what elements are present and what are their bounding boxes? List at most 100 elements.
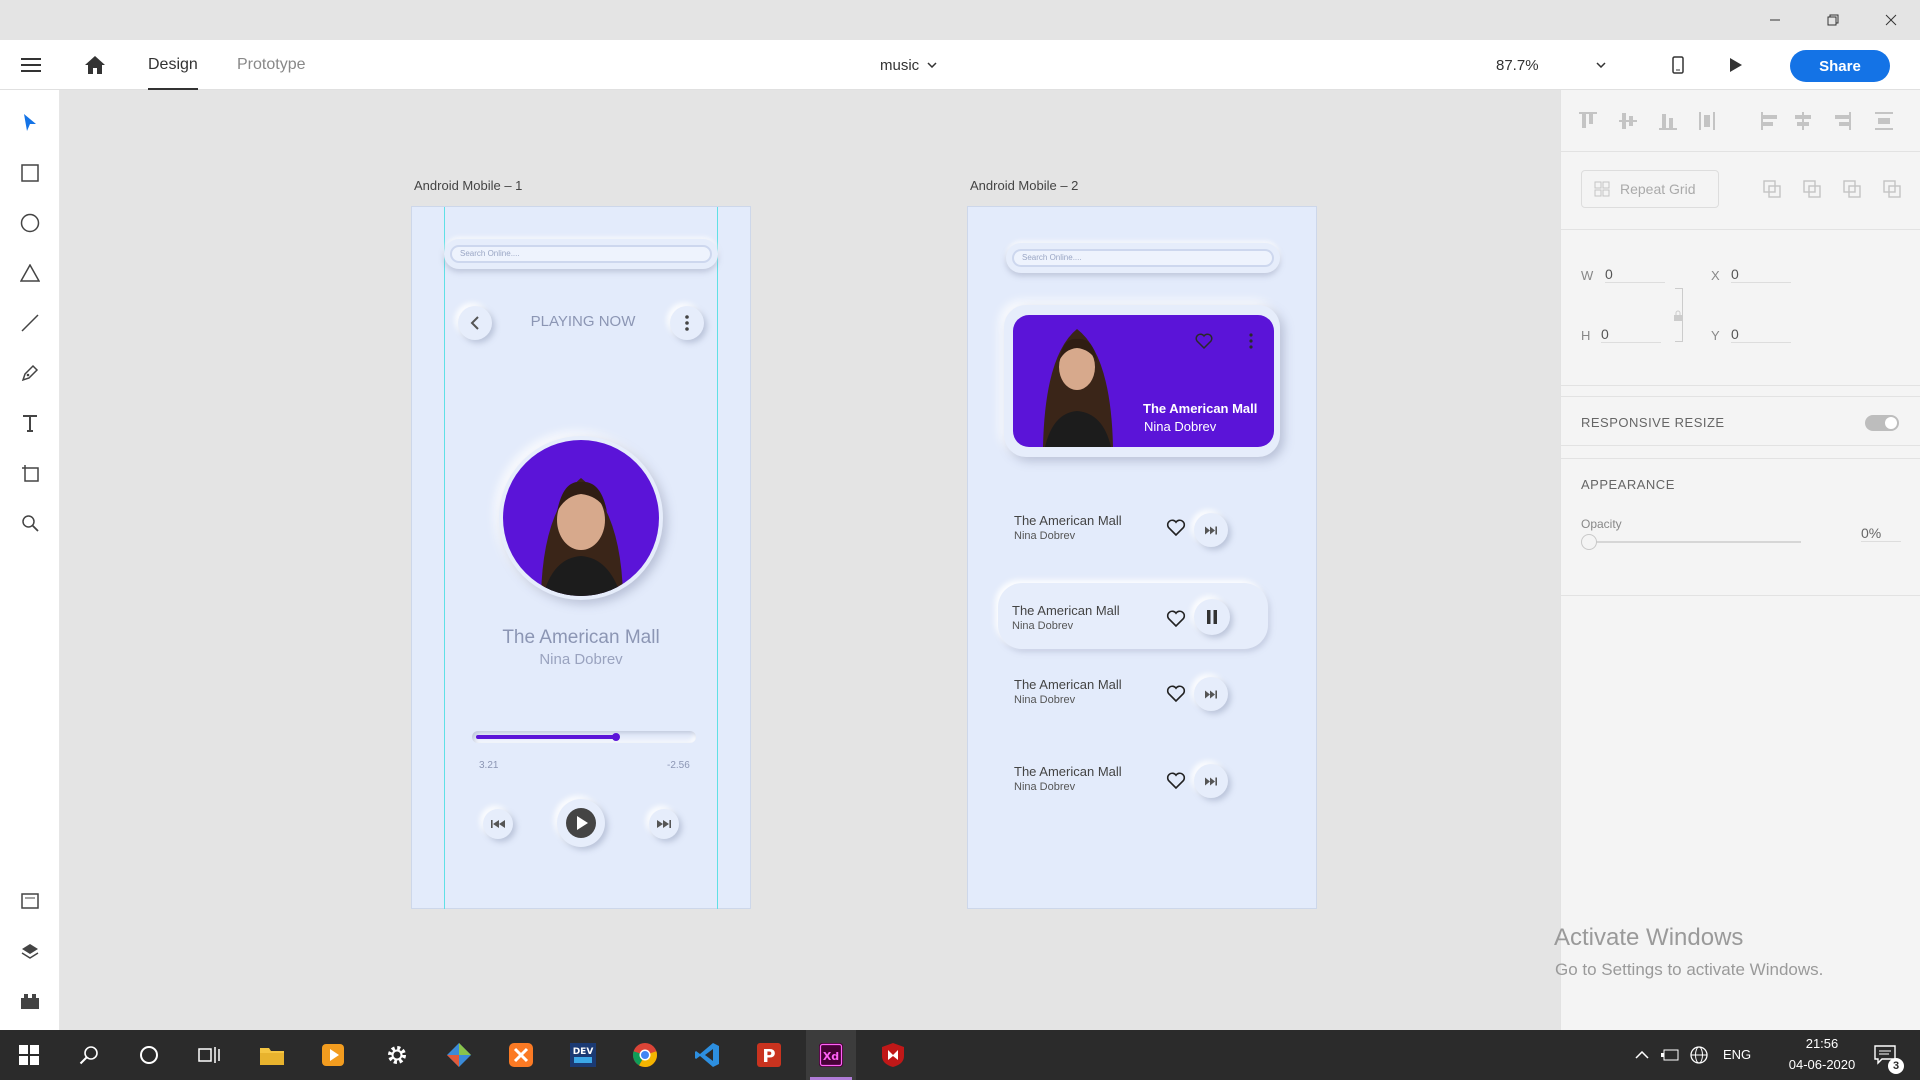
next-button[interactable] xyxy=(649,809,679,839)
progress-handle[interactable] xyxy=(612,733,620,741)
cortana-button[interactable] xyxy=(124,1030,174,1080)
play-button[interactable] xyxy=(557,799,605,847)
tab-prototype[interactable]: Prototype xyxy=(237,40,305,90)
list-item-active[interactable]: The American Mall Nina Dobrev xyxy=(998,583,1268,649)
favorite-button[interactable] xyxy=(1195,333,1213,354)
pause-button[interactable] xyxy=(1194,599,1230,635)
favorite-button[interactable] xyxy=(1166,685,1186,708)
plugins-icon xyxy=(21,994,39,1009)
taskbar-dev-tool[interactable]: DEV xyxy=(558,1030,608,1080)
restore-button[interactable] xyxy=(1804,0,1862,40)
design-canvas[interactable]: Android Mobile – 1 Search Online.... PLA… xyxy=(60,90,1560,1030)
list-item[interactable]: The American Mall Nina Dobrev xyxy=(998,503,1288,557)
taskbar-chrome[interactable] xyxy=(620,1030,670,1080)
ellipse-icon xyxy=(20,213,40,233)
rectangle-tool[interactable] xyxy=(15,158,45,188)
artboard-1-label[interactable]: Android Mobile – 1 xyxy=(414,178,522,193)
taskbar-adobe-xd[interactable]: Xd xyxy=(806,1030,856,1080)
x-label: X xyxy=(1711,268,1720,283)
taskbar-search-button[interactable] xyxy=(64,1030,114,1080)
clock-date[interactable]: 04-06-2020 xyxy=(1780,1057,1864,1072)
artboard-tool[interactable] xyxy=(15,458,45,488)
polygon-tool[interactable] xyxy=(15,258,45,288)
more-options-button[interactable] xyxy=(670,306,704,340)
start-button[interactable] xyxy=(4,1030,54,1080)
assets-panel-button[interactable] xyxy=(15,886,45,916)
artboard-2-label[interactable]: Android Mobile – 2 xyxy=(970,178,1078,193)
favorite-button[interactable] xyxy=(1166,772,1186,795)
search-box[interactable]: Search Online.... xyxy=(444,239,718,269)
repeat-grid-section: Repeat Grid xyxy=(1561,152,1920,230)
favorite-button[interactable] xyxy=(1166,519,1186,542)
line-icon xyxy=(21,314,39,332)
show-hidden-icons-button[interactable] xyxy=(1628,1030,1656,1080)
text-tool[interactable] xyxy=(15,408,45,438)
taskbar-postman[interactable]: P xyxy=(744,1030,794,1080)
more-options-button[interactable] xyxy=(1249,333,1253,354)
opacity-slider-handle[interactable] xyxy=(1581,534,1597,550)
network-status-button[interactable] xyxy=(1684,1030,1714,1080)
taskbar-file-explorer[interactable] xyxy=(247,1030,297,1080)
taskbar-mcafee[interactable] xyxy=(868,1030,918,1080)
clock-time[interactable]: 21:56 xyxy=(1790,1036,1854,1051)
svg-text:P: P xyxy=(762,1046,775,1067)
search-input[interactable]: Search Online.... xyxy=(1012,249,1274,267)
next-track-button[interactable] xyxy=(1194,677,1228,711)
list-item[interactable]: The American Mall Nina Dobrev xyxy=(998,675,1288,729)
home-button[interactable] xyxy=(80,52,110,78)
close-button[interactable] xyxy=(1862,0,1920,40)
play-preview-button[interactable] xyxy=(1724,52,1748,78)
line-tool[interactable] xyxy=(15,308,45,338)
dev-app-icon: DEV xyxy=(570,1043,596,1067)
pen-tool[interactable] xyxy=(15,358,45,388)
lock-icon[interactable] xyxy=(1673,310,1683,322)
next-track-button[interactable] xyxy=(1194,513,1228,547)
zoom-tool[interactable] xyxy=(15,508,45,538)
favorite-button[interactable] xyxy=(1166,610,1186,633)
artboard-2[interactable]: Search Online.... The American Mall Nina… xyxy=(967,206,1317,909)
progress-track[interactable] xyxy=(472,731,696,743)
media-player-icon xyxy=(322,1044,344,1066)
share-button[interactable]: Share xyxy=(1790,50,1890,82)
opacity-field[interactable]: 0% xyxy=(1861,525,1901,542)
page-title: PLAYING NOW xyxy=(530,313,636,330)
responsive-resize-toggle[interactable] xyxy=(1865,415,1899,431)
list-item[interactable]: The American Mall Nina Dobrev xyxy=(998,762,1288,816)
minimize-button[interactable] xyxy=(1746,0,1804,40)
document-name-dropdown[interactable]: music xyxy=(880,52,937,78)
y-field[interactable]: 0 xyxy=(1731,326,1791,343)
zoom-dropdown[interactable]: 87.7% xyxy=(1496,52,1606,78)
taskbar-vscode[interactable] xyxy=(682,1030,732,1080)
opacity-slider-track[interactable] xyxy=(1587,541,1801,543)
select-tool[interactable] xyxy=(15,108,45,138)
task-view-button[interactable] xyxy=(184,1030,234,1080)
power-status-button[interactable] xyxy=(1656,1030,1684,1080)
action-center-button[interactable]: 3 xyxy=(1860,1030,1910,1080)
taskbar-git-client[interactable] xyxy=(434,1030,484,1080)
taskbar-xampp[interactable] xyxy=(496,1030,546,1080)
search-box[interactable]: Search Online.... xyxy=(1006,243,1280,273)
device-preview-button[interactable] xyxy=(1666,52,1690,78)
adobe-xd-icon: Xd xyxy=(819,1043,843,1067)
back-button[interactable] xyxy=(458,306,492,340)
tab-design[interactable]: Design xyxy=(148,40,198,90)
plugins-panel-button[interactable] xyxy=(15,986,45,1016)
height-field[interactable]: 0 xyxy=(1601,326,1661,343)
search-input[interactable]: Search Online.... xyxy=(450,245,712,263)
responsive-resize-section: RESPONSIVE RESIZE xyxy=(1561,396,1920,446)
width-field[interactable]: 0 xyxy=(1605,266,1665,283)
next-track-button[interactable] xyxy=(1194,764,1228,798)
x-field[interactable]: 0 xyxy=(1731,266,1791,283)
skip-forward-icon xyxy=(1205,777,1217,785)
layers-panel-button[interactable] xyxy=(15,936,45,966)
artboard-1[interactable]: Search Online.... PLAYING NOW The Americ… xyxy=(411,206,751,909)
taskbar-media-player[interactable] xyxy=(308,1030,358,1080)
ellipse-tool[interactable] xyxy=(15,208,45,238)
hamburger-menu-button[interactable] xyxy=(16,52,46,78)
song-title: The American Mall xyxy=(1014,513,1122,528)
taskbar-settings[interactable] xyxy=(372,1030,422,1080)
language-indicator[interactable]: ENG xyxy=(1723,1047,1751,1062)
previous-button[interactable] xyxy=(483,809,513,839)
featured-song-card[interactable]: The American Mall Nina Dobrev xyxy=(1004,305,1280,457)
repeat-grid-button[interactable]: Repeat Grid xyxy=(1581,170,1719,208)
